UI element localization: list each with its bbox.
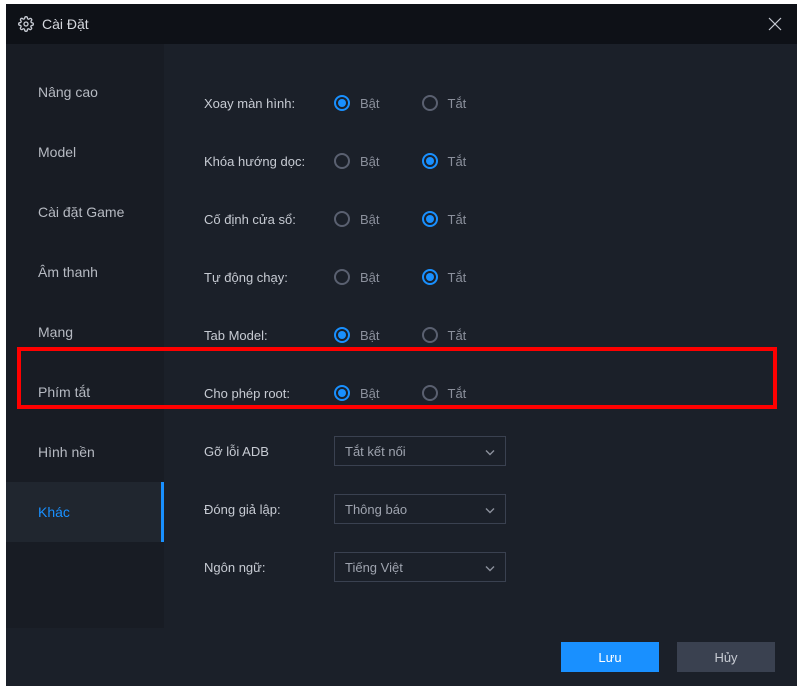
dropdown[interactable]: Thông báo [334,494,506,524]
setting-label: Khóa hướng dọc: [204,154,334,169]
radio-icon [334,153,350,169]
radio-label: Tắt [448,386,467,401]
sidebar-item[interactable]: Phím tắt [6,362,164,422]
setting-row: Ngôn ngữ: Tiếng Việt [204,538,797,596]
radio-label: Tắt [448,154,467,169]
setting-row: Xoay màn hình: Bật Tắt [204,74,797,132]
radio-group: Bật Tắt [334,385,466,401]
radio-label: Bật [360,386,380,401]
radio-option-on[interactable]: Bật [334,269,380,285]
radio-icon [422,385,438,401]
radio-option-on[interactable]: Bật [334,211,380,227]
setting-label: Ngôn ngữ: [204,560,334,575]
setting-row: Gỡ lỗi ADB Tắt kết nối [204,422,797,480]
setting-label: Tự động chạy: [204,270,334,285]
sidebar-item[interactable]: Cài đặt Game [6,182,164,242]
settings-window: Cài Đặt Nâng cao Model Cài đặt Game Âm than… [6,4,797,686]
radio-option-off[interactable]: Tắt [422,211,467,227]
window-title: Cài Đặt [42,16,89,32]
radio-icon [422,95,438,111]
dropdown-value: Tiếng Việt [345,560,403,575]
sidebar: Nâng cao Model Cài đặt Game Âm thanh Mạng Phí… [6,44,164,628]
radio-label: Tắt [448,328,467,343]
radio-option-on[interactable]: Bật [334,385,380,401]
setting-row: Tab Model: Bật Tắt [204,306,797,364]
window-body: Nâng cao Model Cài đặt Game Âm thanh Mạng Phí… [6,44,797,628]
sidebar-item-label: Model [38,144,76,160]
radio-option-off[interactable]: Tắt [422,153,467,169]
radio-label: Bật [360,154,380,169]
setting-row: Cho phép root: Bật Tắt [204,364,797,422]
radio-label: Tắt [448,96,467,111]
radio-option-off[interactable]: Tắt [422,385,467,401]
sidebar-item-label: Hình nền [38,444,95,460]
titlebar: Cài Đặt [6,4,797,44]
chevron-down-icon [485,444,495,459]
radio-icon [422,269,438,285]
sidebar-item[interactable]: Mạng [6,302,164,362]
save-button[interactable]: Lưu [561,642,659,672]
footer: Lưu Hủy [6,628,797,686]
content-panel: Xoay màn hình: Bật Tắt Khóa hướng dọc: Bật Tắ… [164,44,797,628]
radio-label: Tắt [448,212,467,227]
radio-icon [422,327,438,343]
radio-label: Bật [360,96,380,111]
radio-label: Bật [360,212,380,227]
radio-icon [422,153,438,169]
setting-label: Đóng giả lập: [204,502,334,517]
radio-label: Bật [360,328,380,343]
setting-label: Gỡ lỗi ADB [204,444,334,459]
radio-group: Bật Tắt [334,269,466,285]
radio-icon [334,269,350,285]
setting-label: Cho phép root: [204,386,334,401]
radio-icon [334,211,350,227]
setting-label: Cố định cửa sổ: [204,212,334,227]
radio-option-on[interactable]: Bật [334,153,380,169]
sidebar-item[interactable]: Âm thanh [6,242,164,302]
sidebar-item[interactable]: Model [6,122,164,182]
radio-option-on[interactable]: Bật [334,327,380,343]
radio-icon [334,385,350,401]
chevron-down-icon [485,502,495,517]
sidebar-item[interactable]: Nâng cao [6,62,164,122]
sidebar-item-label: Cài đặt Game [38,204,124,220]
radio-option-off[interactable]: Tắt [422,95,467,111]
setting-label: Xoay màn hình: [204,96,334,111]
dropdown[interactable]: Tiếng Việt [334,552,506,582]
sidebar-item-label: Nâng cao [38,84,98,100]
radio-option-on[interactable]: Bật [334,95,380,111]
dropdown-value: Thông báo [345,502,407,517]
radio-group: Bật Tắt [334,211,466,227]
radio-group: Bật Tắt [334,153,466,169]
setting-row: Đóng giả lập: Thông báo [204,480,797,538]
radio-option-off[interactable]: Tắt [422,269,467,285]
setting-row: Tự động chạy: Bật Tắt [204,248,797,306]
sidebar-item-label: Khác [38,504,70,520]
radio-group: Bật Tắt [334,327,466,343]
sidebar-item-label: Mạng [38,324,73,340]
radio-icon [334,327,350,343]
setting-row: Khóa hướng dọc: Bật Tắt [204,132,797,190]
dropdown-value: Tắt kết nối [345,444,406,459]
cancel-button[interactable]: Hủy [677,642,775,672]
dropdown[interactable]: Tắt kết nối [334,436,506,466]
sidebar-item-label: Âm thanh [38,264,98,280]
radio-icon [334,95,350,111]
radio-option-off[interactable]: Tắt [422,327,467,343]
setting-label: Tab Model: [204,328,334,343]
sidebar-item[interactable]: Hình nền [6,422,164,482]
sidebar-item[interactable]: Khác [6,482,164,542]
setting-row: Cố định cửa sổ: Bật Tắt [204,190,797,248]
radio-group: Bật Tắt [334,95,466,111]
radio-label: Tắt [448,270,467,285]
radio-label: Bật [360,270,380,285]
close-button[interactable] [763,12,787,36]
chevron-down-icon [485,560,495,575]
gear-icon [18,16,34,32]
sidebar-item-label: Phím tắt [38,384,90,400]
radio-icon [422,211,438,227]
